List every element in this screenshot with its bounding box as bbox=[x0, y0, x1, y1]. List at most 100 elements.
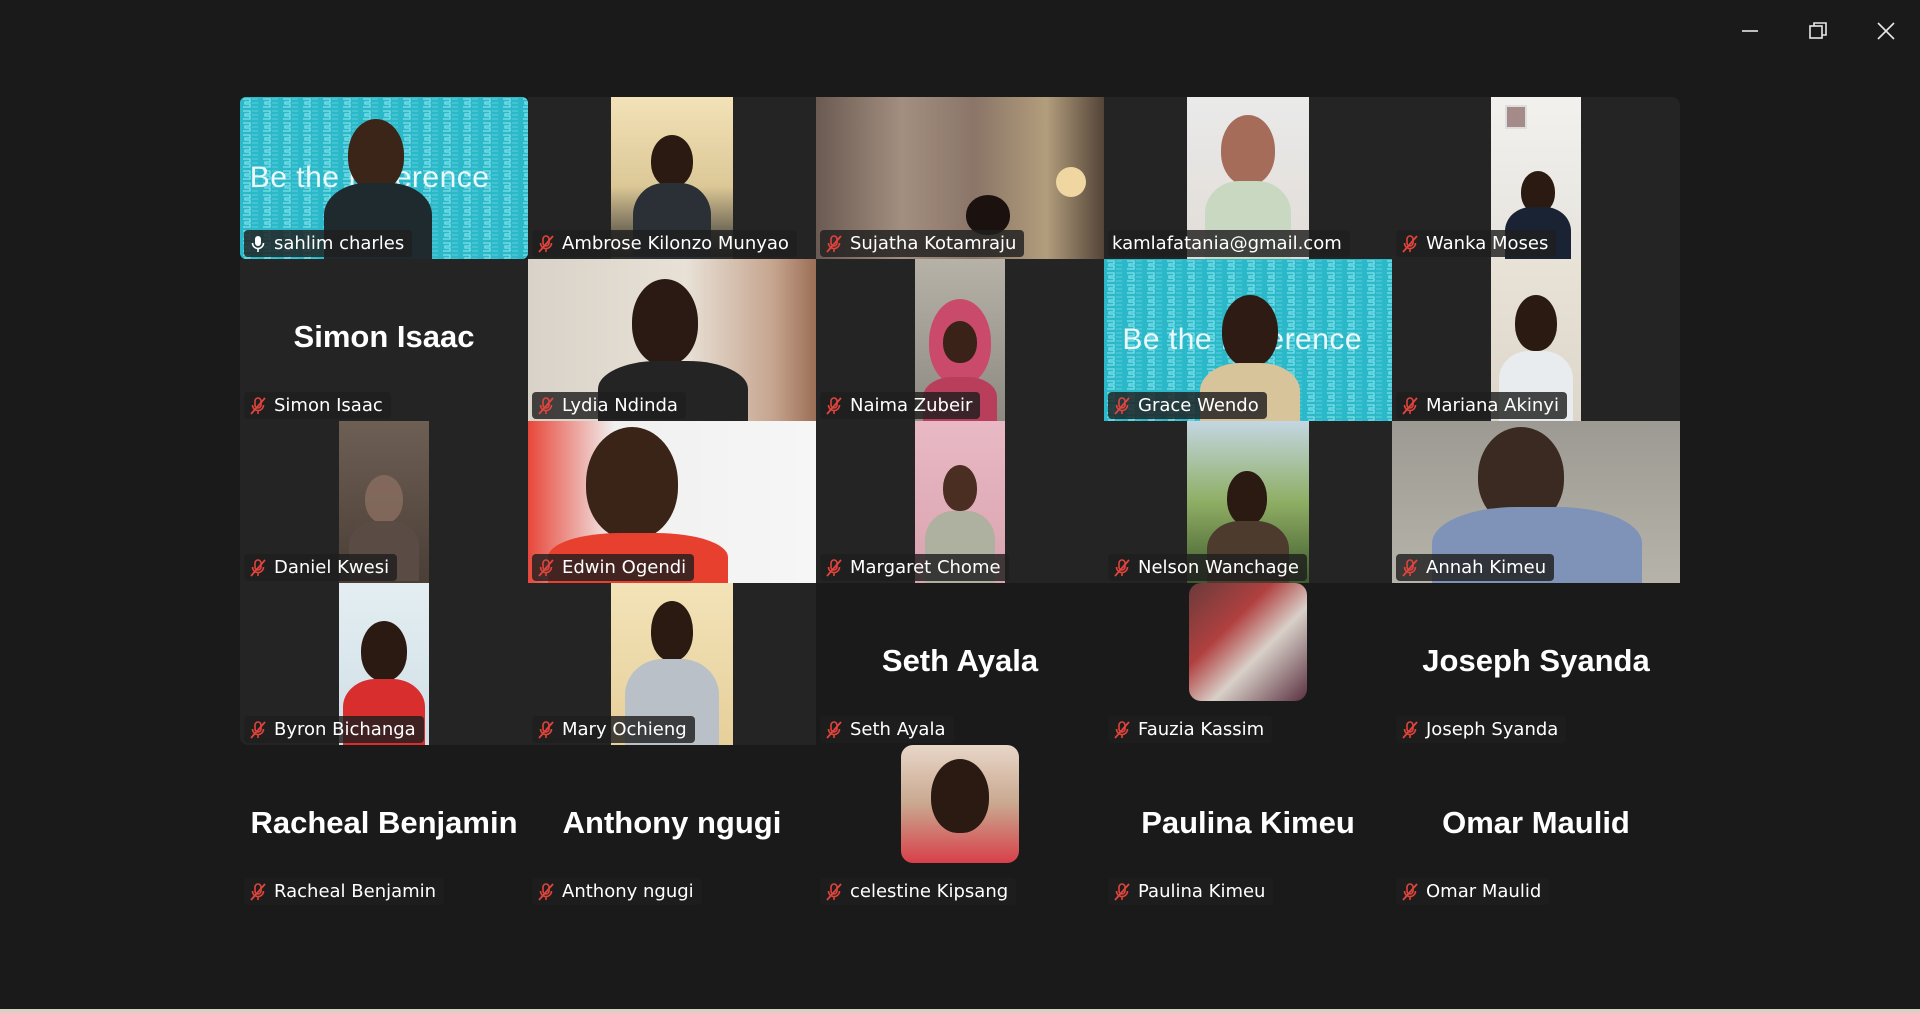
mic-muted-icon bbox=[824, 396, 844, 416]
participant-name-label: Paulina Kimeu bbox=[1108, 878, 1274, 905]
participant-tile-margaret-chome[interactable]: Margaret Chome bbox=[816, 421, 1104, 583]
participant-name: Naima Zubeir bbox=[850, 395, 973, 416]
participant-name-label: Naima Zubeir bbox=[820, 392, 981, 419]
participant-name-label: Lydia Ndinda bbox=[532, 392, 686, 419]
participant-name-label: Fauzia Kassim bbox=[1108, 716, 1273, 743]
mic-muted-icon bbox=[1112, 720, 1132, 740]
participant-avatar bbox=[1189, 583, 1307, 701]
participant-name-label: sahlim charles bbox=[244, 230, 413, 257]
mic-muted-icon bbox=[536, 396, 556, 416]
participant-tile-annah-kimeu[interactable]: Annah Kimeu bbox=[1392, 421, 1680, 583]
participant-display-name: Anthony ngugi bbox=[562, 805, 782, 840]
participant-name-label: Anthony ngugi bbox=[532, 878, 702, 905]
participant-tile-wanka-moses[interactable]: Wanka Moses bbox=[1392, 97, 1680, 259]
restore-button[interactable] bbox=[1784, 0, 1852, 62]
mic-muted-icon bbox=[536, 234, 556, 254]
participant-name-label: Nelson Wanchage bbox=[1108, 554, 1307, 581]
mic-muted-icon bbox=[1400, 720, 1420, 740]
participant-display-name: Joseph Syanda bbox=[1422, 643, 1650, 678]
participant-tile-sujatha[interactable]: Sujatha Kotamraju bbox=[816, 97, 1104, 259]
taskbar-edge bbox=[0, 1009, 1920, 1013]
participant-name: celestine Kipsang bbox=[850, 881, 1009, 902]
mic-muted-icon bbox=[248, 882, 268, 902]
participant-tile-daniel-kwesi[interactable]: Daniel Kwesi bbox=[240, 421, 528, 583]
participant-name: Joseph Syanda bbox=[1426, 719, 1559, 740]
participant-name: Paulina Kimeu bbox=[1138, 881, 1266, 902]
participant-tile-nelson-wanchage[interactable]: Nelson Wanchage bbox=[1104, 421, 1392, 583]
participant-tile-byron-bichanga[interactable]: Byron Bichanga bbox=[240, 583, 528, 745]
mic-muted-icon bbox=[248, 720, 268, 740]
mic-muted-icon bbox=[536, 558, 556, 578]
participant-name-label: Sujatha Kotamraju bbox=[820, 230, 1025, 257]
participant-name-label: Byron Bichanga bbox=[244, 716, 424, 743]
participant-name-label: Daniel Kwesi bbox=[244, 554, 398, 581]
restore-icon bbox=[1809, 22, 1827, 39]
participant-name: Anthony ngugi bbox=[562, 881, 694, 902]
participant-tile-mary-ochieng[interactable]: Mary Ochieng bbox=[528, 583, 816, 745]
participant-tile-kamlafatania[interactable]: kamlafatania@gmail.com bbox=[1104, 97, 1392, 259]
participant-name: Simon Isaac bbox=[274, 395, 383, 416]
participant-tile-mariana-akinyi[interactable]: Mariana Akinyi bbox=[1392, 259, 1680, 421]
participant-name: Daniel Kwesi bbox=[274, 557, 390, 578]
participant-tile-paulina-kimeu[interactable]: Paulina Kimeu Paulina Kimeu bbox=[1104, 745, 1392, 907]
participant-name: Wanka Moses bbox=[1426, 233, 1549, 254]
participant-name: Mary Ochieng bbox=[562, 719, 687, 740]
participant-name-label: Edwin Ogendi bbox=[532, 554, 695, 581]
participant-tile-edwin-ogendi[interactable]: Edwin Ogendi bbox=[528, 421, 816, 583]
close-button[interactable] bbox=[1852, 0, 1920, 62]
participant-name-label: Margaret Chome bbox=[820, 554, 1009, 581]
participant-name-label: Racheal Benjamin bbox=[244, 878, 445, 905]
participant-tile-sahlim-charles[interactable]: Be the Difference sahlim charles bbox=[240, 97, 528, 259]
mic-muted-icon bbox=[536, 882, 556, 902]
mic-muted-icon bbox=[824, 558, 844, 578]
participant-tile-omar-maulid[interactable]: Omar Maulid Omar Maulid bbox=[1392, 745, 1680, 907]
participant-tile-seth-ayala[interactable]: Seth Ayala Seth Ayala bbox=[816, 583, 1104, 745]
participant-name: sahlim charles bbox=[274, 233, 405, 254]
participant-name-label: Ambrose Kilonzo Munyao bbox=[532, 230, 797, 257]
mic-muted-icon bbox=[536, 720, 556, 740]
participant-name-label: Annah Kimeu bbox=[1396, 554, 1555, 581]
participant-name: Grace Wendo bbox=[1138, 395, 1259, 416]
participant-face bbox=[348, 119, 404, 191]
participant-tile-celestine-kipsang[interactable]: celestine Kipsang bbox=[816, 745, 1104, 907]
participant-tile-joseph-syanda[interactable]: Joseph Syanda Joseph Syanda bbox=[1392, 583, 1680, 745]
participant-name: Seth Ayala bbox=[850, 719, 946, 740]
mic-muted-icon bbox=[248, 396, 268, 416]
mic-muted-icon bbox=[1112, 396, 1132, 416]
mic-muted-icon bbox=[1400, 882, 1420, 902]
participant-tile-simon-isaac[interactable]: Simon Isaac Simon Isaac bbox=[240, 259, 528, 421]
participant-name-label: Joseph Syanda bbox=[1396, 716, 1567, 743]
mic-muted-icon bbox=[1400, 234, 1420, 254]
participant-name: Byron Bichanga bbox=[274, 719, 416, 740]
minimize-button[interactable] bbox=[1716, 0, 1784, 62]
participant-name-label: Simon Isaac bbox=[244, 392, 391, 419]
mic-muted-icon bbox=[1400, 396, 1420, 416]
mic-muted-icon bbox=[824, 720, 844, 740]
participant-name: Lydia Ndinda bbox=[562, 395, 678, 416]
participant-tile-lydia-ndinda[interactable]: Lydia Ndinda bbox=[528, 259, 816, 421]
participant-tile-anthony-ngugi[interactable]: Anthony ngugi Anthony ngugi bbox=[528, 745, 816, 907]
mic-muted-icon bbox=[824, 234, 844, 254]
participant-name-label: kamlafatania@gmail.com bbox=[1108, 230, 1350, 257]
participant-name: Nelson Wanchage bbox=[1138, 557, 1299, 578]
mic-muted-icon bbox=[824, 882, 844, 902]
participant-tile-naima-zubeir[interactable]: Naima Zubeir bbox=[816, 259, 1104, 421]
participant-name-label: celestine Kipsang bbox=[820, 878, 1017, 905]
participant-tile-fauzia-kassim[interactable]: Fauzia Kassim bbox=[1104, 583, 1392, 745]
participant-name: Fauzia Kassim bbox=[1138, 719, 1265, 740]
mic-muted-icon bbox=[1400, 558, 1420, 578]
mic-muted-icon bbox=[248, 558, 268, 578]
participant-display-name: Omar Maulid bbox=[1442, 805, 1630, 840]
participant-name: Ambrose Kilonzo Munyao bbox=[562, 233, 789, 254]
participant-tile-ambrose[interactable]: Ambrose Kilonzo Munyao bbox=[528, 97, 816, 259]
participant-tile-racheal-benjamin[interactable]: Racheal Benjamin Racheal Benjamin bbox=[240, 745, 528, 907]
participant-name: Annah Kimeu bbox=[1426, 557, 1547, 578]
mic-muted-icon bbox=[1112, 882, 1132, 902]
minimize-icon bbox=[1742, 30, 1758, 32]
participant-display-name: Paulina Kimeu bbox=[1141, 805, 1355, 840]
participant-name-label: Grace Wendo bbox=[1108, 392, 1267, 419]
participant-tile-grace-wendo[interactable]: Be the Difference Grace Wendo bbox=[1104, 259, 1392, 421]
mic-icon bbox=[248, 234, 268, 254]
participant-name: Margaret Chome bbox=[850, 557, 1001, 578]
video-gallery: Be the Difference sahlim charles Ambrose… bbox=[240, 97, 1680, 907]
